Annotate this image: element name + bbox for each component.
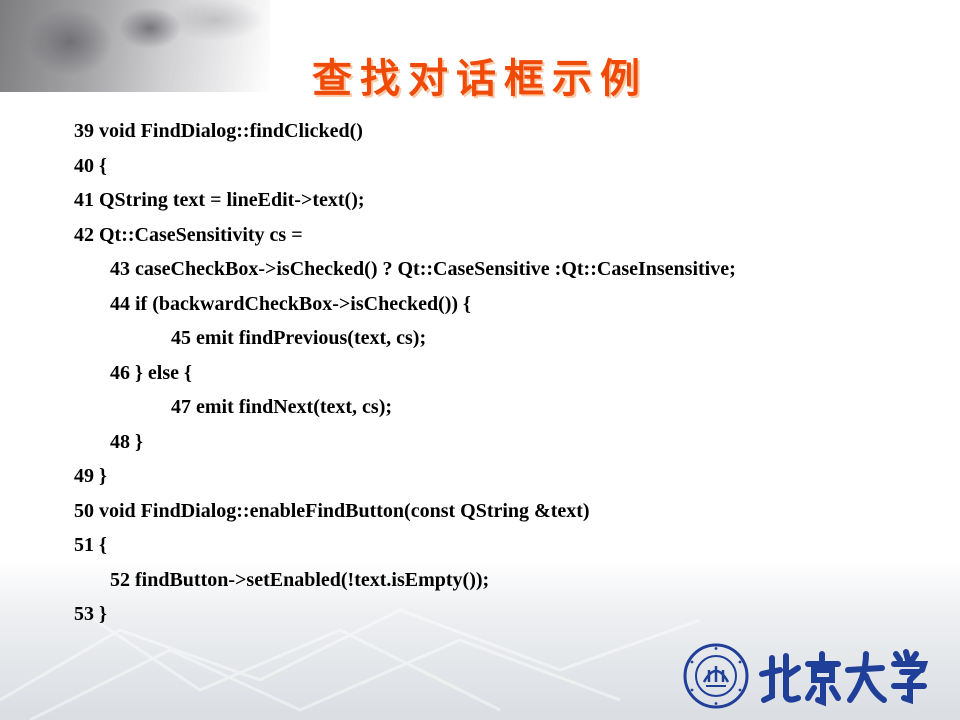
code-line: 48 }	[110, 430, 143, 453]
code-line: 40 {	[74, 154, 107, 177]
code-line: 49 }	[74, 465, 107, 487]
code-line: 42 Qt::CaseSensitivity cs =	[74, 223, 303, 246]
university-seal-icon	[683, 643, 749, 709]
code-line: 46 } else {	[110, 361, 192, 384]
code-line: 45 emit findPrevious(text, cs);	[171, 327, 427, 349]
code-listing: 39 void FindDialog::findClicked()40 {41 …	[74, 116, 934, 634]
slide-title: 查找对话框示例	[312, 55, 648, 102]
code-line: 39 void FindDialog::findClicked()	[74, 120, 363, 142]
code-line: 51 {	[74, 534, 107, 556]
university-wordmark	[759, 649, 928, 707]
code-line: 53 }	[74, 603, 107, 625]
code-line: 43 caseCheckBox->isChecked() ? Qt::CaseS…	[110, 258, 736, 280]
code-line: 47 emit findNext(text, cs);	[171, 396, 393, 418]
code-line: 44 if (backwardCheckBox->isChecked()) {	[110, 292, 471, 315]
code-line: 41 QString text = lineEdit->text();	[74, 189, 365, 211]
code-line: 52 findButton->setEnabled(!text.isEmpty(…	[110, 568, 490, 591]
code-line: 50 void FindDialog::enableFindButton(con…	[74, 499, 590, 522]
